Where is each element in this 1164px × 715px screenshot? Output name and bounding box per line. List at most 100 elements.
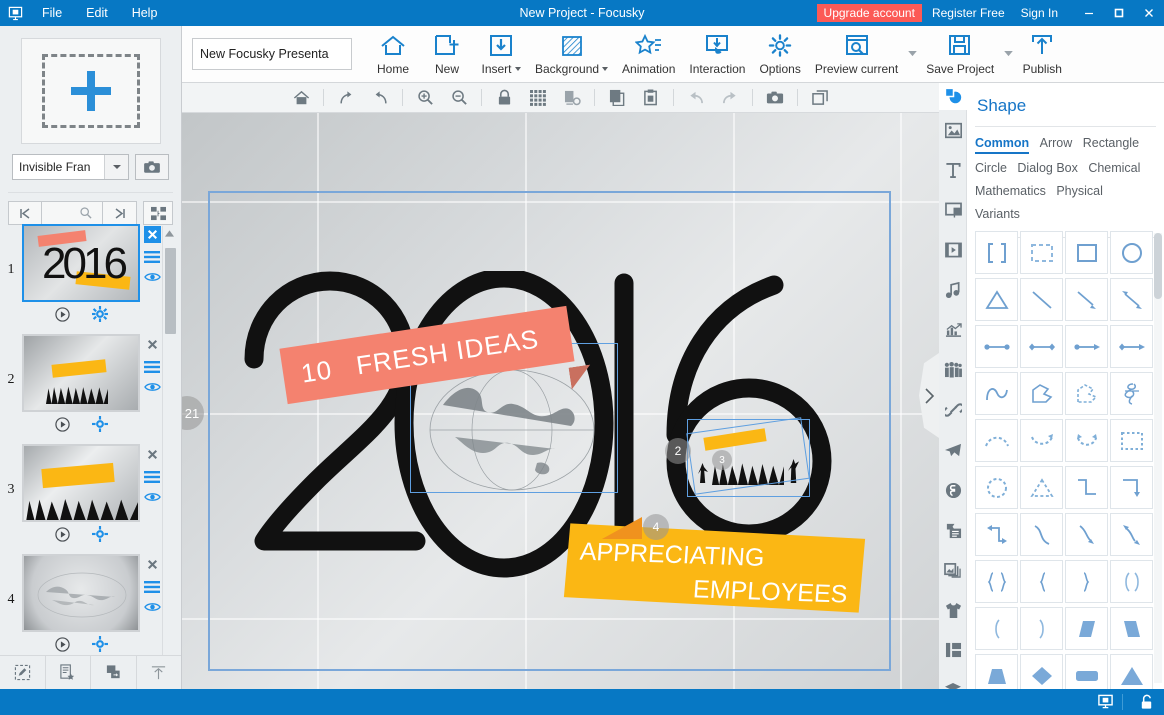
save-project-button[interactable]: Save Project <box>919 27 1001 82</box>
lock-button[interactable] <box>487 84 521 112</box>
sign-in-link[interactable]: Sign In <box>1021 6 1058 20</box>
bracket-pair-shape[interactable] <box>975 231 1018 274</box>
close-icon[interactable] <box>144 336 161 353</box>
eye-icon[interactable] <box>143 271 161 283</box>
preview-current-button[interactable]: Preview current <box>808 27 905 82</box>
canvas-marker-4[interactable]: 4 <box>643 514 669 540</box>
tab-arrow[interactable]: Arrow <box>1040 136 1073 152</box>
scrollbar-thumb[interactable] <box>1154 233 1162 299</box>
double-elbow-arrow-shape[interactable] <box>975 513 1018 556</box>
rounded-rect-shape[interactable] <box>1065 654 1108 689</box>
dot-line-arrow-shape[interactable] <box>1065 325 1108 368</box>
canvas-marker-3[interactable]: 3 <box>712 450 732 470</box>
dashed-double-arc-arrow-shape[interactable] <box>1065 419 1108 462</box>
right-paren-shape[interactable] <box>1020 607 1063 650</box>
background-button[interactable]: Background <box>528 27 615 82</box>
dashed-arc-shape[interactable] <box>975 419 1018 462</box>
tab-variants[interactable]: Variants <box>975 207 1020 223</box>
trapezoid-shape[interactable] <box>975 654 1018 689</box>
curve-arrow-shape[interactable] <box>1065 513 1108 556</box>
elbow-arrow-shape[interactable] <box>1110 466 1153 509</box>
eye-icon[interactable] <box>143 381 161 393</box>
tab-chemical[interactable]: Chemical <box>1088 161 1140 177</box>
dashed-circle-shape[interactable] <box>975 466 1018 509</box>
go-last-icon[interactable] <box>103 201 137 225</box>
go-first-icon[interactable] <box>8 201 42 225</box>
rail-callout[interactable] <box>939 190 967 230</box>
diagonal-line-shape[interactable] <box>1020 278 1063 321</box>
paste-button[interactable] <box>634 84 668 112</box>
right-brace-shape[interactable] <box>1065 560 1108 603</box>
edit-tool-button[interactable] <box>0 656 46 689</box>
close-icon[interactable] <box>1134 0 1164 26</box>
zoom-icon[interactable] <box>69 201 103 225</box>
arrow-diagonal-shape[interactable] <box>1065 278 1108 321</box>
project-name-input[interactable]: New Focusky Presenta <box>192 38 352 70</box>
redo-button[interactable] <box>713 84 747 112</box>
new-frame-button[interactable] <box>20 38 161 144</box>
list-item[interactable]: 2 <box>0 334 182 444</box>
parallelogram-shape[interactable] <box>1065 607 1108 650</box>
list-item[interactable]: 3 <box>0 444 182 554</box>
rail-link[interactable] <box>939 390 967 430</box>
left-brace-shape[interactable] <box>1020 560 1063 603</box>
options-button[interactable]: Options <box>752 27 807 82</box>
rail-people[interactable] <box>939 350 967 390</box>
dashed-triangle-shape[interactable] <box>1020 466 1063 509</box>
canvas-panel-expander[interactable] <box>919 353 939 438</box>
canvas-marker-2[interactable]: 2 <box>665 438 691 464</box>
zoom-in-button[interactable] <box>408 84 442 112</box>
undo-button[interactable] <box>679 84 713 112</box>
tab-rectangle[interactable]: Rectangle <box>1083 136 1139 152</box>
animation-button[interactable]: Animation <box>615 27 682 82</box>
play-icon[interactable] <box>54 526 70 542</box>
rail-plane[interactable] <box>939 430 967 470</box>
eye-icon[interactable] <box>143 601 161 613</box>
publish-button[interactable]: Publish <box>1015 27 1069 82</box>
list-menu-icon[interactable] <box>144 581 160 593</box>
gear-icon[interactable] <box>91 636 108 652</box>
preview-dropdown-caret[interactable] <box>905 27 919 82</box>
elbow-connector-shape[interactable] <box>1065 466 1108 509</box>
home-button[interactable]: Home <box>366 27 420 82</box>
rail-video[interactable] <box>939 230 967 270</box>
chevron-down-icon[interactable] <box>104 155 128 179</box>
list-menu-icon[interactable] <box>144 251 160 263</box>
freeform-shape[interactable] <box>1020 372 1063 415</box>
gear-icon[interactable] <box>91 416 108 432</box>
triangle-filled-shape[interactable] <box>1110 654 1153 689</box>
dashed-square-shape[interactable] <box>1020 231 1063 274</box>
rail-layout[interactable] <box>939 630 967 670</box>
rail-shirt[interactable] <box>939 590 967 630</box>
list-menu-icon[interactable] <box>144 361 160 373</box>
dot-line-dot-shape[interactable] <box>975 325 1018 368</box>
frame-nav-track[interactable] <box>42 201 69 225</box>
tab-common[interactable]: Common <box>975 136 1030 154</box>
parallelogram-alt-shape[interactable] <box>1110 607 1153 650</box>
rail-chart[interactable] <box>939 310 967 350</box>
frame-thumbnail[interactable] <box>22 334 140 412</box>
left-paren-shape[interactable] <box>975 607 1018 650</box>
frame-thumbnail[interactable] <box>22 554 140 632</box>
paren-pair-shape[interactable] <box>1110 560 1153 603</box>
new-button[interactable]: New <box>420 27 474 82</box>
scrollbar-thumb[interactable] <box>165 248 176 334</box>
shape-panel-scrollbar[interactable] <box>1154 233 1162 683</box>
eye-icon[interactable] <box>143 491 161 503</box>
frames-list[interactable]: 1 2016 2 3 4 <box>0 224 182 676</box>
list-menu-icon[interactable] <box>144 471 160 483</box>
template-button[interactable] <box>46 656 91 689</box>
unlock-button[interactable] <box>1128 689 1164 715</box>
rotate-left-button[interactable] <box>363 84 397 112</box>
chevron-down-icon[interactable] <box>602 67 609 72</box>
dashed-arc-arrow-shape[interactable] <box>1020 419 1063 462</box>
dashed-freeform-shape[interactable] <box>1065 372 1108 415</box>
s-curve-shape[interactable] <box>975 372 1018 415</box>
curve-shape[interactable] <box>1020 513 1063 556</box>
canvas-home-button[interactable] <box>284 84 318 112</box>
menu-help[interactable]: Help <box>120 0 170 26</box>
menu-file[interactable]: File <box>30 0 74 26</box>
circle-shape[interactable] <box>1110 231 1153 274</box>
double-brace-shape[interactable] <box>975 560 1018 603</box>
new-window-button[interactable] <box>803 84 837 112</box>
